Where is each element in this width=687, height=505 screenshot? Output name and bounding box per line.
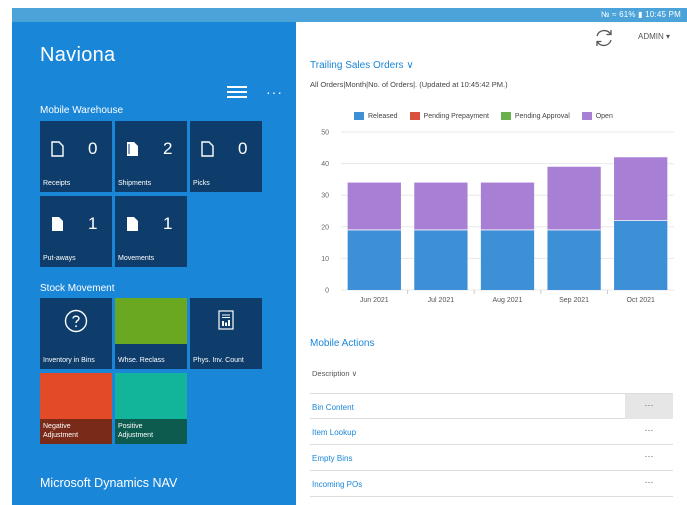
tile-label-line2: Adjustment bbox=[43, 432, 79, 439]
action-label[interactable]: Item Lookup bbox=[312, 428, 356, 437]
tile-count: 2 bbox=[163, 139, 173, 158]
stock-movement-title: Stock Movement bbox=[40, 283, 115, 294]
tile-label: Put-aways bbox=[43, 255, 76, 262]
legend-label: Released bbox=[368, 112, 398, 120]
document-icon bbox=[51, 141, 64, 157]
calculator-icon bbox=[218, 310, 234, 330]
app-window: № ≈ 61% ▮ 10:45 PM Naviona ··· Mobile Wa… bbox=[0, 0, 687, 505]
legend-item: Pending Approval bbox=[500, 112, 570, 120]
question-icon bbox=[64, 309, 88, 333]
chart-subtitle: All Orders|Month|No. of Orders|. (Update… bbox=[310, 80, 508, 89]
tile-picks[interactable]: 0 Picks bbox=[190, 121, 262, 192]
more-options-icon[interactable]: ··· bbox=[266, 84, 283, 100]
legend-label: Pending Prepayment bbox=[423, 112, 489, 120]
bar-segment bbox=[614, 220, 668, 290]
action-label[interactable]: Bin Content bbox=[312, 403, 354, 412]
y-tick-label: 20 bbox=[321, 224, 329, 231]
user-menu[interactable]: ADMIN ▾ bbox=[638, 32, 670, 41]
bar-segment bbox=[547, 166, 601, 230]
tile-phys-inv-count[interactable]: Phys. Inv. Count bbox=[190, 298, 262, 369]
tile-put-aways[interactable]: 1 Put-aways bbox=[40, 196, 112, 267]
legend-item: Open bbox=[581, 112, 613, 120]
document-icon bbox=[201, 141, 214, 157]
tile-movements[interactable]: 1 Movements bbox=[115, 196, 187, 267]
action-row-bin-content[interactable]: Bin Content ··· bbox=[310, 393, 673, 419]
tile-label: Movements bbox=[118, 255, 155, 262]
action-row-empty-bins[interactable]: Empty Bins ··· bbox=[310, 445, 673, 471]
y-tick-label: 30 bbox=[321, 193, 329, 200]
tile-positive-adjustment[interactable]: Positive Adjustment bbox=[115, 373, 187, 444]
tile-label: Shipments bbox=[118, 180, 152, 187]
legend-item: Pending Prepayment bbox=[409, 112, 489, 120]
bar-segment bbox=[614, 157, 668, 221]
tile-receipts[interactable]: 0 Receipts bbox=[40, 121, 112, 192]
document-filled-icon bbox=[52, 217, 63, 231]
document-filled-icon bbox=[127, 217, 138, 231]
mobile-warehouse-title: Mobile Warehouse bbox=[40, 105, 124, 116]
action-row-incoming-pos[interactable]: Incoming POs ··· bbox=[310, 471, 673, 497]
status-text: № ≈ 61% ▮ 10:45 PM bbox=[600, 10, 681, 19]
y-tick-label: 0 bbox=[325, 288, 329, 295]
bar-segment bbox=[480, 182, 535, 230]
tile-negative-adjustment[interactable]: Negative Adjustment bbox=[40, 373, 112, 444]
tile-label-line1: Negative bbox=[43, 423, 71, 430]
chart-title[interactable]: Trailing Sales Orders ∨ bbox=[310, 60, 414, 71]
tile-inventory-in-bins[interactable]: Inventory in Bins bbox=[40, 298, 112, 369]
x-tick-label: Aug 2021 bbox=[493, 297, 523, 304]
tile-label: Whse. Reclass bbox=[118, 357, 165, 364]
row-more-icon[interactable]: ··· bbox=[625, 419, 673, 444]
bar-segment bbox=[414, 182, 468, 230]
refresh-icon[interactable] bbox=[593, 27, 615, 49]
y-tick-label: 50 bbox=[321, 130, 329, 137]
row-more-icon[interactable]: ··· bbox=[625, 394, 673, 419]
action-label[interactable]: Incoming POs bbox=[312, 480, 362, 489]
bar-segment bbox=[347, 229, 401, 290]
action-label[interactable]: Empty Bins bbox=[312, 454, 352, 463]
mobile-actions-title: Mobile Actions bbox=[310, 338, 375, 349]
row-more-icon[interactable]: ··· bbox=[625, 471, 673, 496]
tile-count: 1 bbox=[163, 214, 173, 233]
app-title: Naviona bbox=[40, 44, 116, 66]
menu-icon[interactable] bbox=[227, 86, 247, 100]
tile-label-line2: Adjustment bbox=[118, 432, 154, 439]
y-tick-label: 40 bbox=[321, 161, 329, 168]
legend-item: Released bbox=[354, 112, 398, 120]
chart-legend: Released Pending Prepayment Pending Appr… bbox=[354, 112, 623, 120]
x-tick-label: Sep 2021 bbox=[559, 297, 589, 304]
y-tick-label: 10 bbox=[321, 256, 329, 263]
content-pane: ADMIN ▾ Trailing Sales Orders ∨ All Orde… bbox=[296, 22, 687, 505]
bar-segment bbox=[414, 229, 468, 290]
x-tick-label: Jun 2021 bbox=[360, 297, 389, 304]
legend-label: Open bbox=[595, 112, 613, 120]
description-column-header[interactable]: Description ∨ bbox=[312, 369, 357, 378]
documents-icon bbox=[127, 142, 138, 156]
tile-label: Picks bbox=[193, 180, 210, 187]
tile-label: Inventory in Bins bbox=[43, 357, 95, 364]
tile-label: Phys. Inv. Count bbox=[193, 357, 244, 364]
row-more-icon[interactable]: ··· bbox=[625, 445, 673, 470]
device-status-bar: № ≈ 61% ▮ 10:45 PM bbox=[12, 8, 687, 22]
tile-count: 0 bbox=[238, 139, 248, 158]
tile-count: 0 bbox=[88, 139, 98, 158]
bar-segment bbox=[547, 229, 601, 290]
bar-segment bbox=[347, 182, 401, 230]
tile-count: 1 bbox=[88, 214, 98, 233]
tile-label: Receipts bbox=[43, 180, 71, 187]
x-tick-label: Jul 2021 bbox=[428, 297, 455, 304]
product-name: Microsoft Dynamics NAV bbox=[40, 476, 178, 490]
x-tick-label: Oct 2021 bbox=[626, 297, 655, 304]
navigation-pane: Naviona ··· Mobile Warehouse 0 Receipts … bbox=[12, 22, 296, 505]
action-row-item-lookup[interactable]: Item Lookup ··· bbox=[310, 419, 673, 445]
tile-whse-reclass[interactable]: Whse. Reclass bbox=[115, 298, 187, 369]
tile-shipments[interactable]: 2 Shipments bbox=[115, 121, 187, 192]
bar-segment bbox=[480, 229, 535, 290]
legend-label: Pending Approval bbox=[514, 112, 570, 120]
trailing-sales-orders-chart: 0 10 20 30 40 50 Jun 2021 Jul 2021 Aug 2021 Sep 2… bbox=[321, 130, 674, 304]
tile-label-line1: Positive bbox=[118, 423, 143, 430]
